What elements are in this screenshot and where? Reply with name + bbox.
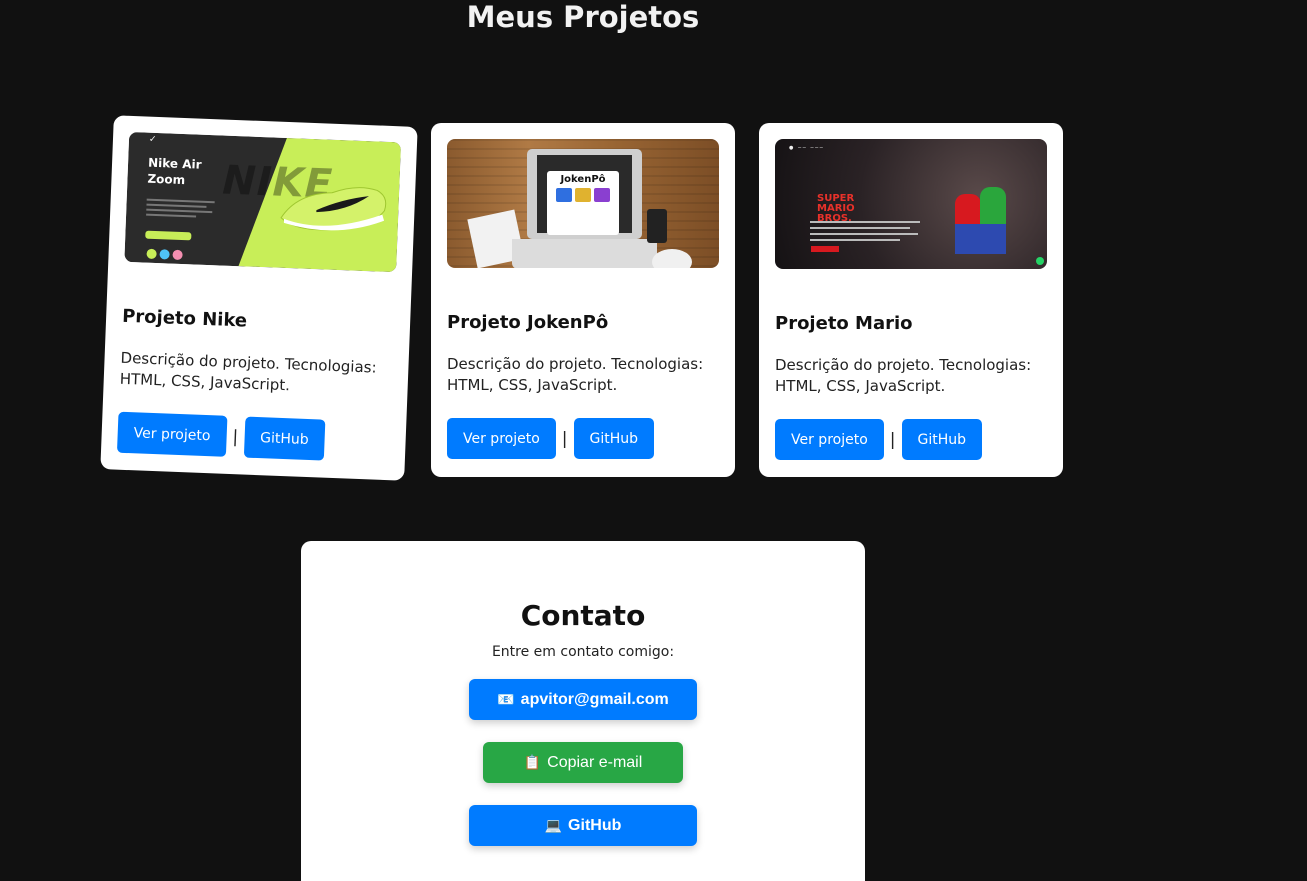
contact-lead: Entre em contato comigo: (491, 644, 675, 660)
project-description: Descrição do projeto. Tecnologias: HTML,… (775, 356, 1032, 395)
whatsapp-icon (1036, 257, 1044, 265)
email-button[interactable]: 📧 apvitor@gmail.com (469, 679, 697, 720)
project-card-nike: NIKE ✓ Nike Air Zoom Projeto Nike Descri… (100, 115, 418, 481)
copy-email-button[interactable]: 📋 Copiar e-mail (483, 742, 683, 783)
section-title: Meus Projetos (466, 0, 700, 34)
project-thumbnail-nike[interactable]: NIKE ✓ Nike Air Zoom (124, 131, 402, 273)
contact-section: Contato Entre em contato comigo: 📧 apvit… (301, 541, 865, 881)
separator: | (232, 426, 239, 447)
project-card-mario: ● ─ ─ ─ ─ ─ SUPER MARIO BROS. Projeto Ma… (759, 123, 1063, 477)
github-button[interactable]: GitHub (901, 419, 983, 460)
jokenpo-app-preview: JokenPô (547, 171, 619, 235)
view-project-button[interactable]: Ver projeto (775, 419, 884, 460)
project-description: Descrição do projeto. Tecnologias: HTML,… (119, 348, 377, 395)
separator: | (889, 429, 896, 450)
github-button[interactable]: GitHub (573, 418, 655, 459)
view-project-button[interactable]: Ver projeto (116, 411, 228, 457)
project-title: Projeto Mario (775, 313, 913, 334)
contact-github-button[interactable]: 💻 GitHub (469, 805, 697, 846)
nike-logo-icon: ✓ (148, 134, 157, 145)
separator: | (561, 428, 568, 449)
email-label: apvitor@gmail.com (520, 690, 669, 708)
portfolio-page: Meus Projetos NIKE ✓ Nike Air Zoom Proje… (0, 0, 1307, 881)
laptop-icon: 💻 (544, 817, 563, 833)
project-actions: Ver projeto | GitHub (447, 418, 719, 459)
github-button[interactable]: GitHub (243, 416, 326, 461)
project-actions: Ver projeto | GitHub (775, 419, 1047, 460)
mario-nav-preview: ● ─ ─ ─ ─ ─ (789, 145, 823, 151)
project-card-jokenpo: JokenPô Projeto JokenPô Descrição do pro… (431, 123, 735, 477)
shoe-image (280, 187, 387, 231)
view-project-button[interactable]: Ver projeto (447, 418, 556, 459)
clipboard-icon: 📋 (523, 754, 542, 770)
contact-title: Contato (520, 599, 646, 632)
email-icon: 📧 (497, 691, 515, 707)
project-thumbnail-mario[interactable]: ● ─ ─ ─ ─ ─ SUPER MARIO BROS. (775, 139, 1047, 269)
project-description: Descrição do projeto. Tecnologias: HTML,… (447, 355, 704, 394)
contact-github-label: GitHub (568, 816, 622, 834)
copy-email-label: Copiar e-mail (547, 753, 643, 771)
project-title: Projeto JokenPô (447, 312, 609, 333)
nike-heading: Nike Air Zoom (147, 155, 202, 188)
project-title: Projeto Nike (121, 305, 248, 332)
mario-logo: SUPER MARIO BROS. (817, 193, 855, 224)
project-thumbnail-jokenpo[interactable]: JokenPô (447, 139, 719, 268)
project-actions: Ver projeto | GitHub (116, 411, 390, 463)
